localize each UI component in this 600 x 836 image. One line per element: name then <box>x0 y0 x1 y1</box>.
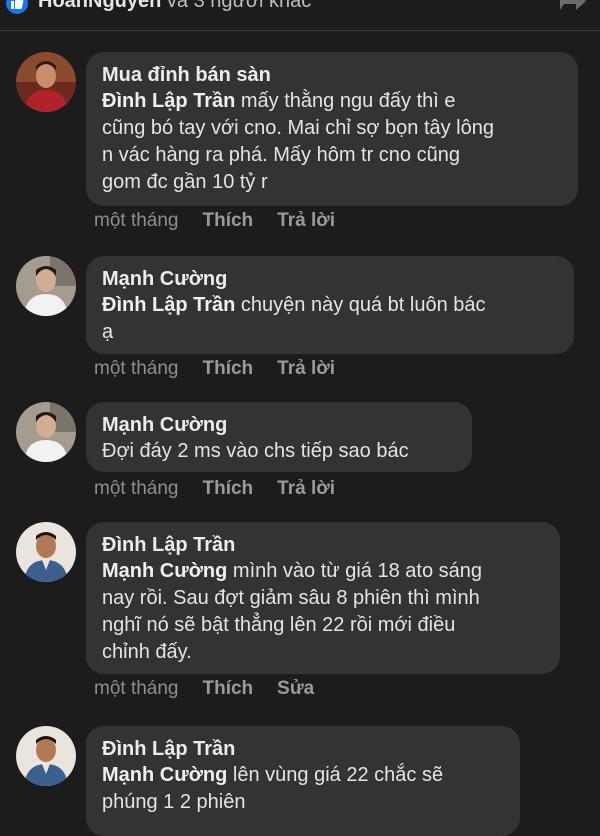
comment-text: Mạnh Cường mình vào từ giá 18 ato sáng n… <box>102 560 483 663</box>
comment-text: Đình Lập Trần chuyện này quá bt luôn bác… <box>102 294 486 343</box>
comment-bubble[interactable]: Đình Lập Trần Mạnh Cường mình vào từ giá… <box>86 522 560 674</box>
edit-button[interactable]: Sửa <box>277 678 314 699</box>
avatar[interactable] <box>16 522 76 582</box>
comment-actions: một tháng Thích Sửa <box>94 678 338 700</box>
like-button[interactable]: Thích <box>203 678 254 699</box>
mention[interactable]: Đình Lập Trần <box>102 90 235 112</box>
comment-author[interactable]: Mạnh Cường <box>102 266 556 292</box>
mention[interactable]: Mạnh Cường <box>102 560 227 582</box>
like-button[interactable]: Thích <box>203 358 254 379</box>
reply-button[interactable]: Trả lời <box>277 478 335 499</box>
like-button[interactable]: Thích <box>203 210 254 231</box>
reactions-header[interactable]: HoanNguyen và 3 người khác <box>0 0 600 31</box>
comment-author[interactable]: Đình Lập Trần <box>102 532 542 558</box>
comment-time: một tháng <box>94 678 179 699</box>
comment-text: Đợi đáy 2 ms vào chs tiếp sao bác <box>102 440 409 462</box>
comment-bubble[interactable]: Mua đỉnh bán sàn Đình Lập Trần mấy thằng… <box>86 52 578 206</box>
comment-bubble[interactable]: Mạnh Cường Đợi đáy 2 ms vào chs tiếp sao… <box>86 402 472 472</box>
comment-actions: một tháng Thích Trả lời <box>94 478 359 500</box>
mention[interactable]: Đình Lập Trần <box>102 294 235 316</box>
comment-time: một tháng <box>94 478 179 499</box>
comment-author[interactable]: Đình Lập Trần <box>102 736 502 762</box>
avatar[interactable] <box>16 256 76 316</box>
avatar[interactable] <box>16 402 76 462</box>
comment-author[interactable]: Mua đỉnh bán sàn <box>102 62 560 88</box>
comment-time: một tháng <box>94 210 179 231</box>
avatar[interactable] <box>16 726 76 786</box>
comment-text: Đình Lập Trần mấy thằng ngu đấy thì e cũ… <box>102 90 494 193</box>
reactors-summary[interactable]: HoanNguyen và 3 người khác <box>38 0 311 13</box>
avatar[interactable] <box>16 52 76 112</box>
comment-actions: một tháng Thích Trả lời <box>94 358 359 380</box>
like-button[interactable]: Thích <box>203 478 254 499</box>
comment-author[interactable]: Mạnh Cường <box>102 412 454 438</box>
like-icon <box>6 0 28 14</box>
comment-bubble[interactable]: Đình Lập Trần Mạnh Cường lên vùng giá 22… <box>86 726 520 836</box>
comment-actions: một tháng Thích Trả lời <box>94 210 359 232</box>
comment-time: một tháng <box>94 358 179 379</box>
reactor-name[interactable]: HoanNguyen <box>38 0 161 12</box>
mention[interactable]: Mạnh Cường <box>102 764 227 786</box>
reply-button[interactable]: Trả lời <box>277 358 335 379</box>
share-icon[interactable] <box>558 0 588 12</box>
reactor-others: và 3 người khác <box>161 0 312 12</box>
reply-button[interactable]: Trả lời <box>277 210 335 231</box>
comment-bubble[interactable]: Mạnh Cường Đình Lập Trần chuyện này quá … <box>86 256 574 354</box>
comment-text: Mạnh Cường lên vùng giá 22 chắc sẽ phúng… <box>102 764 444 813</box>
